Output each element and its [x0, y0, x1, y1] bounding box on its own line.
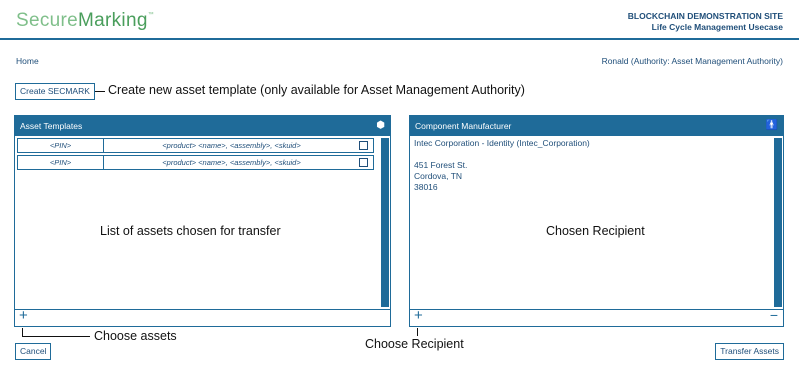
asset-checkbox[interactable] [359, 158, 368, 167]
asset-templates-header: Asset Templates ⬢ [15, 116, 390, 136]
asset-scrollbar[interactable] [380, 138, 389, 307]
recipient-annotation: Chosen Recipient [546, 224, 645, 238]
site-title: BLOCKCHAIN DEMONSTRATION SITE [627, 11, 783, 21]
create-annotation-line [95, 91, 105, 92]
choose-recipient-line [417, 328, 418, 336]
create-annotation: Create new asset template (only availabl… [108, 83, 525, 97]
recipient-street: 451 Forest St. [414, 160, 468, 170]
user-info: Ronald (Authority: Asset Management Auth… [601, 56, 783, 66]
logo-part2: Marking [78, 10, 148, 31]
choose-assets-line-v [22, 328, 23, 336]
asset-pin: <PIN> [18, 156, 104, 169]
cube-icon: ⬢ [376, 120, 385, 131]
create-secmark-button[interactable]: Create SECMARK [15, 83, 95, 100]
site-subtitle: Life Cycle Management Usecase [651, 22, 783, 32]
cancel-button[interactable]: Cancel [15, 343, 52, 360]
asset-templates-title: Asset Templates [20, 121, 83, 131]
header-divider [0, 38, 799, 40]
list-annotation: List of assets chosen for transfer [100, 224, 281, 238]
asset-templates-footer: + [15, 307, 390, 326]
recipient-panel: Component Manufacturer 🚹 Intec Corporati… [409, 115, 784, 327]
choose-assets-line-h [22, 336, 90, 337]
logo-tm: ™ [147, 12, 155, 18]
recipient-name: Intec Corporation - Identity (Intec_Corp… [414, 138, 590, 148]
person-icon: 🚹 [765, 120, 778, 131]
asset-pin: <PIN> [18, 139, 104, 152]
transfer-assets-button[interactable]: Transfer Assets [715, 343, 784, 360]
recipient-city: Cordova, TN [414, 171, 463, 181]
choose-recipient-annotation: Choose Recipient [365, 337, 464, 351]
recipient-title: Component Manufacturer [415, 121, 512, 131]
recipient-header: Component Manufacturer 🚹 [410, 116, 783, 136]
choose-assets-annotation: Choose assets [94, 329, 177, 343]
recipient-zip: 38016 [414, 182, 438, 192]
asset-row[interactable]: <PIN> <product> <name>, <assembly>, <sku… [17, 138, 374, 153]
add-recipient-button[interactable]: + [414, 307, 423, 324]
asset-description: <product> <name>, <assembly>, <skuid> [162, 141, 301, 150]
asset-templates-panel: Asset Templates ⬢ <PIN> <product> <name>… [14, 115, 391, 327]
recipient-footer: + − [410, 307, 783, 326]
add-asset-button[interactable]: + [19, 307, 28, 324]
home-link[interactable]: Home [16, 56, 39, 66]
logo: SecureMarking™ [16, 10, 154, 32]
logo-part1: Secure [16, 10, 79, 31]
asset-row[interactable]: <PIN> <product> <name>, <assembly>, <sku… [17, 155, 374, 170]
site-heading: BLOCKCHAIN DEMONSTRATION SITE Life Cycle… [628, 11, 783, 33]
asset-description: <product> <name>, <assembly>, <skuid> [162, 158, 301, 167]
remove-recipient-button[interactable]: − [770, 307, 778, 323]
asset-checkbox[interactable] [359, 141, 368, 150]
recipient-scrollbar[interactable] [773, 138, 782, 307]
recipient-details: Intec Corporation - Identity (Intec_Corp… [414, 138, 590, 193]
